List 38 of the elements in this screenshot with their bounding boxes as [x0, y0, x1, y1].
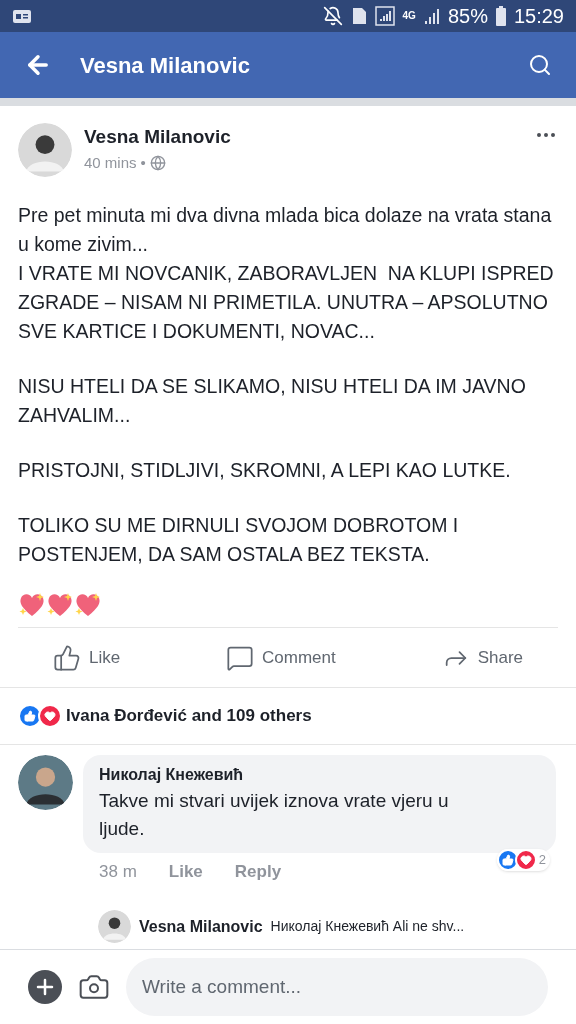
comment-input[interactable]: Write a comment... — [126, 958, 548, 1016]
reaction-count: 2 — [538, 850, 546, 869]
like-button[interactable]: Like — [52, 643, 121, 672]
network-type: 4G — [402, 11, 416, 22]
battery-level: 85% — [447, 4, 488, 30]
comment-text: Takve mi stvari uvijek iznova vrate vjeru u ljude. — [99, 788, 450, 841]
globe-icon — [149, 155, 166, 172]
search-button[interactable] — [528, 53, 552, 78]
add-button[interactable] — [28, 970, 62, 1004]
battery-icon — [495, 6, 506, 27]
post-text: PRISTOJNI, STIDLJIVI, SKROMNI, A LEPI KAO LUTKE. — [18, 458, 512, 484]
page-title: Vesna Milanovic — [80, 51, 250, 80]
reply-author[interactable]: Vesna Milanovic — [139, 914, 263, 939]
post-text: Pre pet minuta mi dva divna mlada bica dolaze na vrata stana u kome zivim... — [18, 203, 553, 258]
post-author[interactable]: Vesna Milanovic — [84, 123, 231, 152]
signal-icon — [423, 7, 440, 26]
avatar — [98, 910, 131, 943]
comment-like-link[interactable]: Like — [168, 858, 203, 884]
comment-author[interactable]: Николај Кнежевић — [99, 762, 540, 787]
share-button[interactable]: Share — [441, 643, 523, 672]
sim-icon — [350, 7, 367, 26]
post-time[interactable]: 40 mins — [84, 151, 137, 175]
post-text: I VRATE MI NOVCANIK, ZABORAVLJEN NA KLUPI ISPRED ZGRADE – NISAM NI PRIMETILA. UNUTRA – APSOLUTNO SVE KARTICE I DOKUMENTI, NOVAC... — [18, 261, 555, 345]
wifi-signal-icon — [374, 6, 395, 27]
mute-icon — [322, 6, 343, 27]
comment-time: 38 m — [99, 860, 137, 883]
avatar — [18, 754, 73, 810]
post-text: TOLIKO SU ME DIRNULI SVOJOM DOBROTOM I POSTENJEM, DA SAM OSTALA BEZ TEKSTA. — [18, 513, 460, 568]
notification-icon — [12, 8, 32, 25]
clock: 15:29 — [513, 4, 564, 30]
reactions-summary[interactable]: Ivana Đorđević and 109 others — [66, 703, 312, 729]
avatar — [18, 123, 72, 178]
post-text: NISU HTELI DA SE SLIKAMO, NISU HTELI DA IM JAVNO ZAHVALIM... — [18, 374, 527, 429]
comment-reply-link[interactable]: Reply — [234, 858, 282, 884]
separator-dot: • — [140, 152, 146, 173]
comment-button[interactable]: Comment — [226, 643, 336, 672]
reply-text: Николај Кнежевић Ali ne shv... — [270, 917, 465, 936]
thumbs-up-icon — [52, 643, 81, 672]
